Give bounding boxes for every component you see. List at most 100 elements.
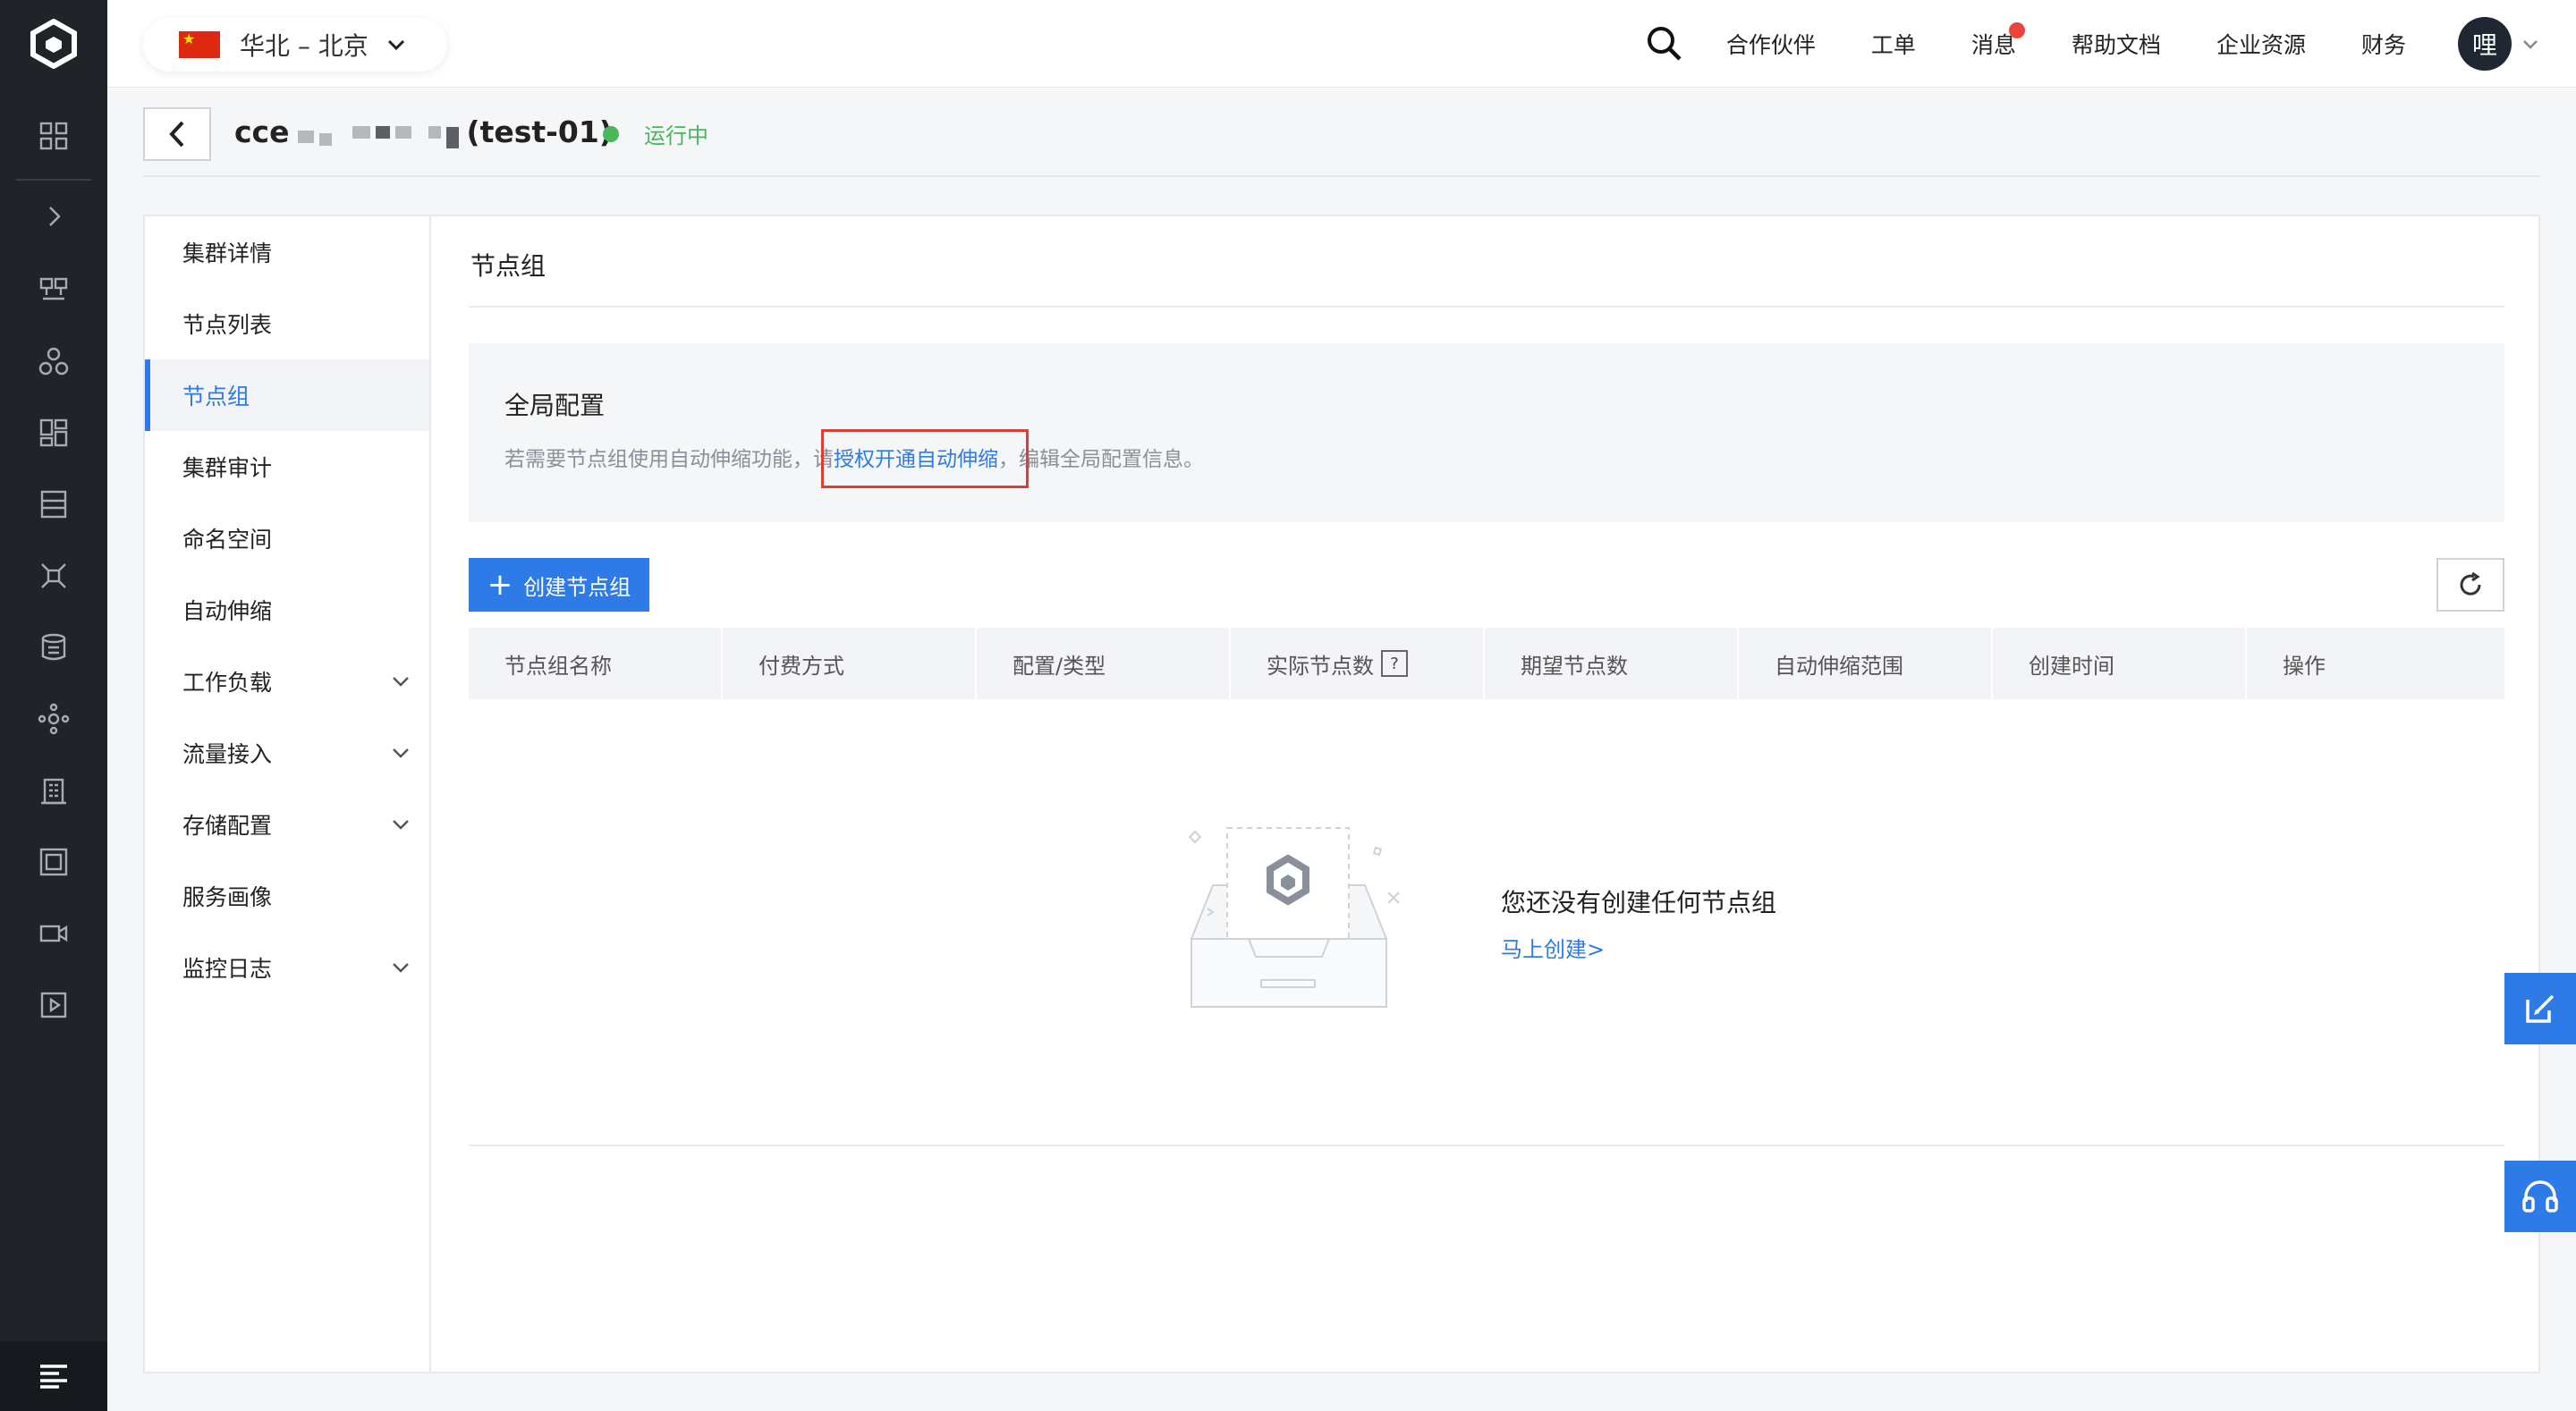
subnav-label: 命名空间 (182, 527, 273, 553)
nav-messages[interactable]: 消息 (1971, 22, 2025, 60)
server-icon[interactable] (0, 254, 107, 325)
chevron-down-icon (393, 963, 409, 973)
cluster-subnav: 集群详情 节点列表 节点组 集群审计 命名空间 自动伸缩 工作负载 流量接入 存… (145, 216, 431, 1372)
status-text: 运行中 (644, 123, 708, 148)
search-icon[interactable] (1644, 23, 1685, 64)
chevron-down-icon (387, 39, 404, 51)
subnav-item-cluster-details[interactable]: 集群详情 (145, 216, 429, 288)
subnav-label: 节点列表 (182, 312, 273, 338)
building-icon[interactable] (0, 755, 107, 826)
plus-icon: + (487, 567, 513, 603)
help-icon[interactable]: ? (1381, 650, 1408, 677)
nav-help-docs[interactable]: 帮助文档 (2072, 28, 2161, 60)
main-card: 集群详情 节点列表 节点组 集群审计 命名空间 自动伸缩 工作负载 流量接入 存… (143, 215, 2540, 1373)
image-repo-icon[interactable] (0, 826, 107, 898)
column-header: 付费方式 (723, 628, 977, 699)
create-now-link[interactable]: 马上创建> (1501, 932, 1605, 963)
subnav-label: 节点组 (182, 384, 250, 410)
storage-icon[interactable] (0, 469, 107, 540)
global-config-desc-after: ，编辑全局配置信息。 (998, 448, 1204, 471)
subnav-item-monitoring-logs[interactable]: 监控日志 (145, 932, 429, 1003)
layout-icon[interactable] (0, 397, 107, 469)
icon-rail (0, 0, 107, 1411)
global-config-desc-before: 若需要节点组使用自动伸缩功能，请 (504, 448, 834, 471)
highlight-box (821, 429, 1029, 488)
subnav-item-service-profile[interactable]: 服务画像 (145, 860, 429, 932)
create-node-group-button[interactable]: + 创建节点组 (469, 558, 649, 612)
chevron-left-icon (169, 121, 184, 148)
subnav-item-workloads[interactable]: 工作负载 (145, 646, 429, 717)
subnav-label: 流量接入 (182, 741, 273, 767)
nav-enterprise-resources[interactable]: 企业资源 (2216, 28, 2306, 60)
subnav-label: 监控日志 (182, 956, 273, 982)
dashboard-icon[interactable] (0, 100, 107, 172)
subnav-item-traffic-ingress[interactable]: 流量接入 (145, 717, 429, 789)
subnav-item-node-groups[interactable]: 节点组 (145, 359, 429, 431)
redacted-cluster-id (295, 116, 462, 148)
refresh-icon (2460, 571, 2481, 596)
column-header: 操作 (2283, 653, 2326, 679)
cluster-name-suffix: (test-01) (466, 114, 613, 149)
nav-finance[interactable]: 财务 (2361, 28, 2406, 60)
create-node-group-label: 创建节点组 (523, 574, 631, 600)
empty-inbox-icon (1188, 827, 1400, 1008)
network-icon[interactable] (0, 540, 107, 612)
region-selector[interactable]: 华北 – 北京 (143, 18, 447, 72)
database-icon[interactable] (0, 612, 107, 683)
subnav-item-namespaces[interactable]: 命名空间 (145, 503, 429, 574)
user-avatar[interactable]: 哩 (2458, 17, 2512, 71)
subnav-label: 存储配置 (182, 813, 273, 839)
cluster-status: 运行中 (603, 118, 708, 149)
notification-dot (2008, 22, 2025, 38)
subnav-label: 工作负载 (182, 670, 273, 696)
top-bar: 华北 – 北京 合作伙伴 工单 消息 帮助文档 企业资源 财务 哩 (107, 0, 2576, 88)
brand-logo-icon (30, 19, 77, 69)
column-header: 自动伸缩范围 (1739, 628, 1993, 699)
nav-partners[interactable]: 合作伙伴 (1726, 28, 1816, 60)
chevron-down-icon (393, 748, 409, 758)
app-root: 华北 – 北京 合作伙伴 工单 消息 帮助文档 企业资源 财务 哩 cce (t… (0, 0, 2576, 1411)
column-header: 配置/类型 (977, 628, 1231, 699)
status-dot-icon (603, 125, 619, 142)
mesh-icon[interactable] (0, 683, 107, 755)
edit-icon (2526, 994, 2555, 1023)
top-nav: 合作伙伴 工单 消息 帮助文档 企业资源 财务 哩 (1644, 0, 2576, 88)
empty-state-text: 您还没有创建任何节点组 (1501, 888, 1777, 917)
column-header: 节点组名称 (469, 628, 723, 699)
cluster-icon[interactable] (0, 325, 107, 397)
subnav-label: 集群详情 (182, 241, 273, 266)
global-config-panel: 全局配置 若需要节点组使用自动伸缩功能，请授权开通自动伸缩，编辑全局配置信息。 (469, 343, 2504, 522)
menu-toggle[interactable] (0, 1341, 107, 1411)
table-header: 节点组名称 付费方式 配置/类型 实际节点数? 期望节点数 自动伸缩范围 创建时… (469, 628, 2504, 699)
back-button[interactable] (143, 107, 211, 161)
node-group-content: 节点组 全局配置 若需要节点组使用自动伸缩功能，请授权开通自动伸缩，编辑全局配置… (469, 216, 2504, 1372)
brand-logo[interactable] (0, 0, 107, 88)
refresh-button[interactable] (2436, 558, 2504, 612)
subnav-label: 自动伸缩 (182, 598, 273, 624)
support-button[interactable] (2504, 1161, 2576, 1232)
column-header-actual-nodes: 实际节点数? (1231, 628, 1485, 699)
subnav-label: 集群审计 (182, 455, 273, 481)
menu-icon (40, 1365, 67, 1389)
chevron-down-icon (393, 820, 409, 830)
subnav-label: 服务画像 (182, 884, 273, 910)
headset-icon (2522, 1180, 2558, 1212)
empty-state: 您还没有创建任何节点组 马上创建> (469, 699, 2504, 1146)
region-label: 华北 – 北京 (240, 31, 369, 61)
avatar-chevron-down-icon[interactable] (2521, 34, 2540, 54)
china-flag-icon (179, 31, 220, 58)
column-header: 创建时间 (1993, 628, 2247, 699)
player-icon[interactable] (0, 969, 107, 1041)
column-header: 期望节点数 (1485, 628, 1739, 699)
subnav-item-node-list[interactable]: 节点列表 (145, 288, 429, 359)
expand-rail-icon[interactable] (0, 181, 107, 252)
video-icon[interactable] (0, 898, 107, 969)
nav-tickets[interactable]: 工单 (1871, 28, 1916, 60)
subnav-item-cluster-audit[interactable]: 集群审计 (145, 431, 429, 503)
subnav-item-storage-config[interactable]: 存储配置 (145, 789, 429, 860)
header-divider (143, 175, 2540, 177)
chevron-down-icon (393, 677, 409, 687)
feedback-button[interactable] (2504, 973, 2576, 1044)
cluster-name-prefix: cce (234, 114, 290, 149)
subnav-item-autoscaling[interactable]: 自动伸缩 (145, 574, 429, 646)
